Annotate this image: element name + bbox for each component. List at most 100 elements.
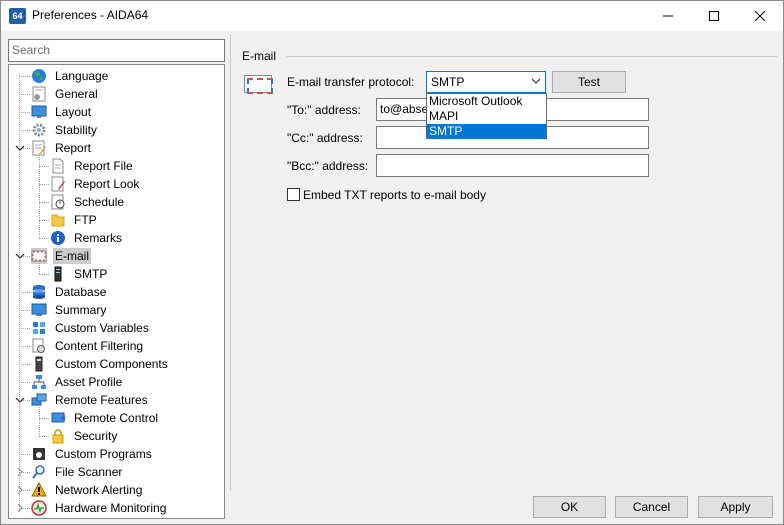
tree-item-security[interactable]: Security xyxy=(50,427,119,445)
tree-item-label: Stability xyxy=(55,123,98,137)
panel-divider xyxy=(230,35,231,490)
gear-icon xyxy=(31,122,47,138)
tree-item-label: Remote Control xyxy=(74,411,159,425)
chevron-down-icon[interactable] xyxy=(15,395,25,405)
tree-item-remote-features[interactable]: Remote Features xyxy=(31,391,150,409)
tree-item-label: Asset Profile xyxy=(55,375,123,389)
filter-icon xyxy=(31,338,47,354)
chevron-right-icon[interactable] xyxy=(15,485,25,495)
tree-connector xyxy=(39,436,49,437)
tree-item-label: Language xyxy=(55,69,109,83)
protocol-option[interactable]: Microsoft Outlook xyxy=(427,94,546,109)
tree-item-content-filtering[interactable]: Content Filtering xyxy=(31,337,145,355)
tree-item-custom-components[interactable]: Custom Components xyxy=(31,355,170,373)
tree-item-stability[interactable]: Stability xyxy=(31,121,99,139)
maximize-button[interactable] xyxy=(691,1,737,31)
to-address-label: "To:" address: xyxy=(287,103,361,117)
tree-connector xyxy=(39,418,49,419)
lock-icon xyxy=(50,428,66,444)
network-icon xyxy=(31,374,47,390)
ok-button[interactable]: OK xyxy=(533,496,606,518)
envelope-icon xyxy=(244,75,273,94)
tree-item-summary[interactable]: Summary xyxy=(31,301,108,319)
tree-item-custom-variables[interactable]: Custom Variables xyxy=(31,319,151,337)
schedule-icon xyxy=(50,194,66,210)
tree-item-label: Report File xyxy=(74,159,133,173)
tree-connector xyxy=(19,346,30,347)
protocol-option[interactable]: MAPI xyxy=(427,109,546,124)
tree-item-label: Network Alerting xyxy=(55,483,143,497)
tree-connector xyxy=(19,76,30,77)
tree-item-label: Layout xyxy=(55,105,92,119)
tree-item-report-look[interactable]: Report Look xyxy=(50,175,141,193)
tree-connector xyxy=(19,94,30,95)
tree-item-label: Custom Programs xyxy=(55,447,152,461)
protocol-label: E-mail transfer protocol: xyxy=(287,75,415,89)
apply-button[interactable]: Apply xyxy=(698,496,773,518)
chevron-right-icon[interactable] xyxy=(15,503,25,513)
bcc-address-field[interactable] xyxy=(376,154,649,177)
tree-item-report[interactable]: Report xyxy=(31,139,93,157)
tree-item-label: General xyxy=(55,87,98,101)
variables-icon xyxy=(31,320,47,336)
tree-item-ftp[interactable]: FTP xyxy=(50,211,99,229)
embed-txt-checkbox[interactable] xyxy=(287,188,300,201)
chevron-down-icon[interactable] xyxy=(15,251,25,261)
protocol-option[interactable]: SMTP xyxy=(427,124,546,139)
tree-item-smtp[interactable]: SMTP xyxy=(50,265,109,283)
tree-item-label: Hardware Monitoring xyxy=(55,501,167,515)
minimize-button[interactable] xyxy=(645,1,691,31)
tree-item-hardware-monitoring[interactable]: Hardware Monitoring xyxy=(31,499,168,517)
tree-item-e-mail[interactable]: E-mail xyxy=(31,247,92,265)
tree-connector xyxy=(19,382,30,383)
globe-icon xyxy=(31,68,47,84)
tree-item-asset-profile[interactable]: Asset Profile xyxy=(31,373,124,391)
tree-item-label: FTP xyxy=(74,213,97,227)
cancel-button[interactable]: Cancel xyxy=(615,496,688,518)
tree-item-label: Remote Features xyxy=(55,393,148,407)
protocol-select[interactable]: SMTP xyxy=(426,71,546,93)
embed-txt-label[interactable]: Embed TXT reports to e-mail body xyxy=(303,188,486,202)
warning-icon xyxy=(31,481,47,498)
tree-item-label: Security xyxy=(74,429,118,443)
search-input[interactable]: Search xyxy=(8,39,225,62)
general-settings-icon xyxy=(31,86,47,102)
tree-item-report-file[interactable]: Report File xyxy=(50,157,135,175)
tree-item-language[interactable]: Language xyxy=(31,67,110,85)
info-icon xyxy=(50,230,66,246)
chevron-down-icon[interactable] xyxy=(15,143,25,153)
protocol-dropdown-list[interactable]: Microsoft Outlook MAPI SMTP xyxy=(426,93,547,139)
tree-item-general[interactable]: General xyxy=(31,85,100,103)
tree-item-custom-programs[interactable]: Custom Programs xyxy=(31,445,154,463)
test-button[interactable]: Test xyxy=(552,71,626,93)
program-icon xyxy=(31,446,47,462)
tree-item-remote-control[interactable]: Remote Control xyxy=(50,409,160,427)
window-title: Preferences - AIDA64 xyxy=(32,8,149,22)
tree-item-label: File Scanner xyxy=(55,465,123,479)
tree-item-remarks[interactable]: Remarks xyxy=(50,229,124,247)
preferences-tree[interactable]: Language General Layout Stability Report Repo… xyxy=(8,64,225,519)
bcc-address-label: "Bcc:" address: xyxy=(287,159,369,173)
chevron-down-icon xyxy=(531,78,541,84)
monitor-icon xyxy=(31,104,47,120)
tree-item-label: Database xyxy=(55,285,107,299)
tree-child-connector xyxy=(39,153,40,238)
tree-item-network-alerting[interactable]: Network Alerting xyxy=(31,481,144,499)
tree-item-schedule[interactable]: Schedule xyxy=(50,193,126,211)
tree-connector-line xyxy=(19,75,20,507)
hardware-monitor-icon xyxy=(31,500,47,516)
aida64-app-icon: 64 xyxy=(9,8,26,24)
tree-item-layout[interactable]: Layout xyxy=(31,103,93,121)
email-group-label: E-mail xyxy=(242,49,277,63)
title-bar: 64 Preferences - AIDA64 xyxy=(1,1,783,31)
tree-connector xyxy=(19,328,30,329)
tree-item-file-scanner[interactable]: File Scanner xyxy=(31,463,124,481)
tree-item-label: Custom Components xyxy=(55,357,168,371)
close-button[interactable] xyxy=(737,1,783,31)
tree-item-label: Remarks xyxy=(74,231,123,245)
tree-item-database[interactable]: Database xyxy=(31,283,108,301)
chevron-right-icon[interactable] xyxy=(15,467,25,477)
search-placeholder: Search xyxy=(12,43,51,57)
tree-connector xyxy=(39,220,49,221)
summary-icon xyxy=(31,302,47,318)
